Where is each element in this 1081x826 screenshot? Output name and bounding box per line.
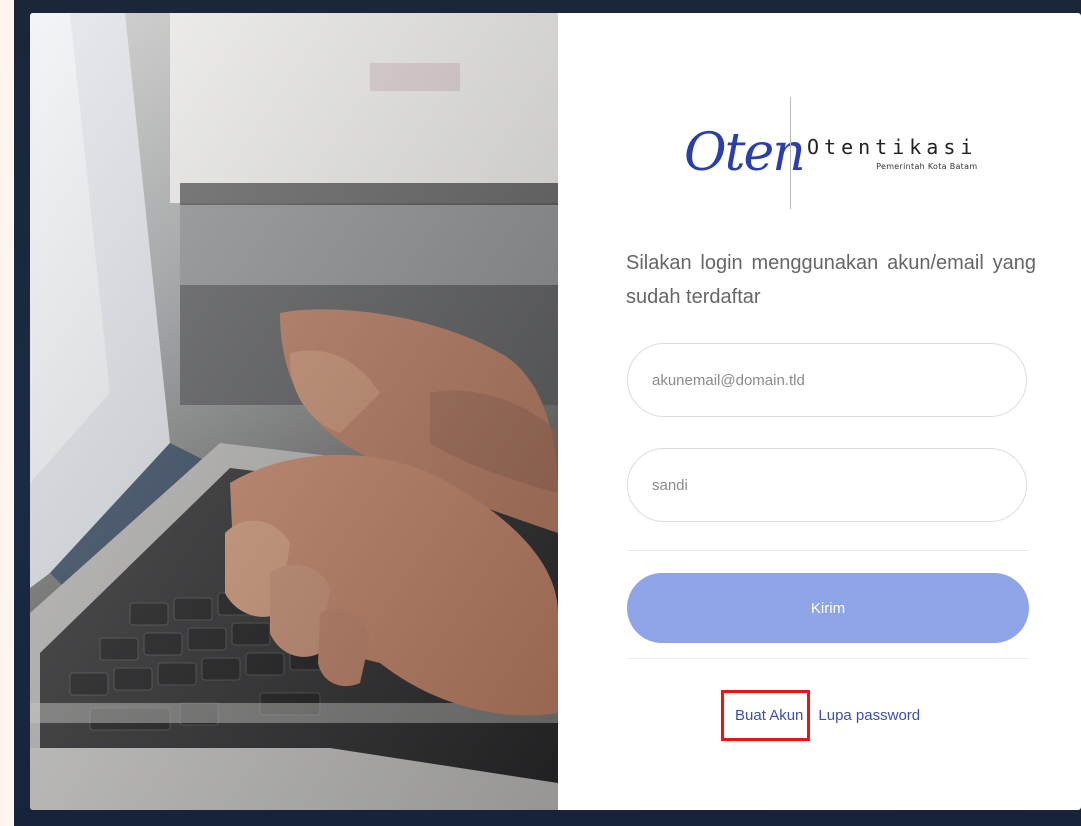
- oten-logo: Oten Otentikasi Pemerintah Kota Batam: [684, 89, 977, 217]
- oten-logo-mark: Oten: [684, 123, 806, 183]
- laptop-typing-photo: [30, 13, 558, 810]
- logo-divider: [790, 97, 791, 209]
- account-links: Buat Akun Lupa password: [721, 685, 920, 745]
- login-instruction: Silakan login menggunakan akun/email yan…: [626, 252, 1036, 308]
- login-panel: Oten Otentikasi Pemerintah Kota Batam Si…: [558, 13, 1081, 810]
- forgot-password-link[interactable]: Lupa password: [818, 707, 920, 724]
- form-divider: [627, 658, 1029, 659]
- login-card: Oten Otentikasi Pemerintah Kota Batam Si…: [30, 13, 1081, 810]
- form-divider: [627, 550, 1029, 551]
- email-input[interactable]: [650, 370, 994, 390]
- password-field[interactable]: [627, 448, 1027, 522]
- logo-subtitle: Pemerintah Kota Batam: [876, 162, 978, 171]
- email-field[interactable]: [627, 343, 1027, 417]
- logo-title: Otentikasi: [807, 135, 978, 159]
- logo-text: Otentikasi Pemerintah Kota Batam: [807, 135, 977, 171]
- create-account-link[interactable]: Buat Akun: [721, 689, 811, 741]
- password-input[interactable]: [650, 475, 994, 495]
- submit-button[interactable]: Kirim: [627, 573, 1029, 643]
- laptop-typing-illustration: [30, 13, 558, 810]
